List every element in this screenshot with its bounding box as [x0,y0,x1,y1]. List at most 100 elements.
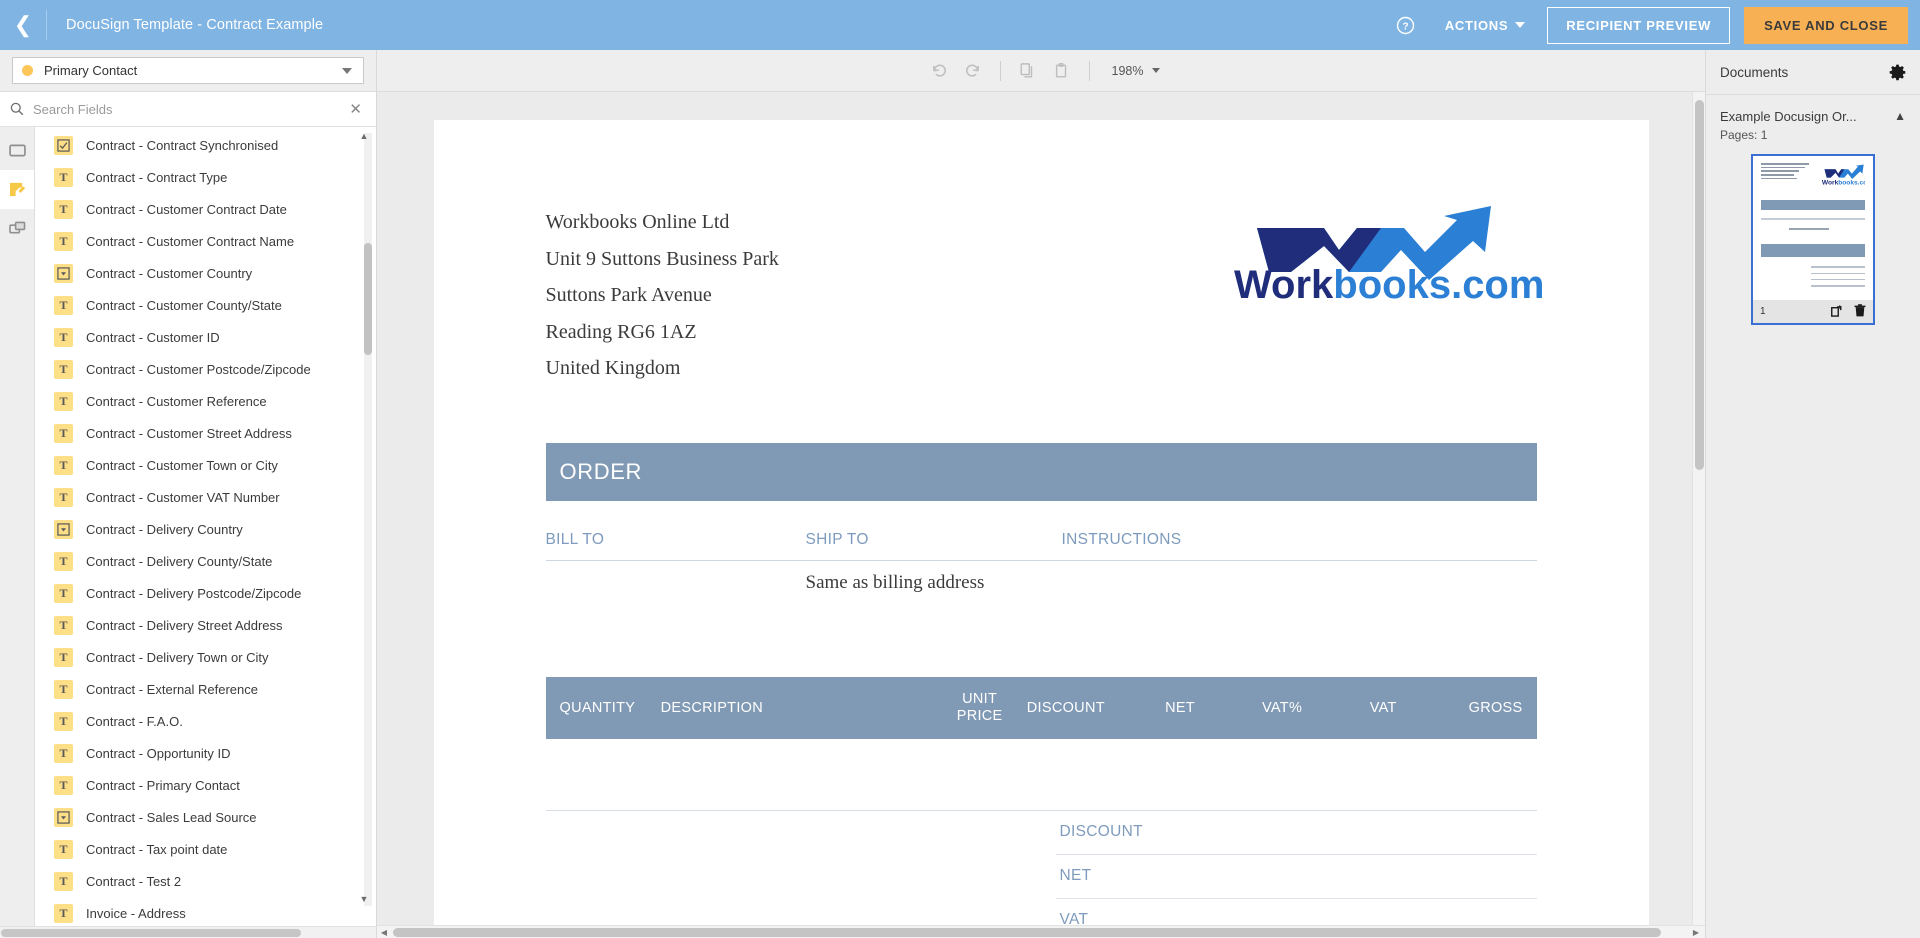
field-list-item[interactable]: T Contract - Customer Contract Name [35,225,376,257]
field-list-item[interactable]: T Contract - Customer VAT Number [35,481,376,513]
document-horizontal-scrollbar[interactable]: ◀ ▶ [377,925,1705,938]
field-list-item[interactable]: T Contract - Contract Type [35,161,376,193]
field-list-item[interactable]: T Contract - External Reference [35,673,376,705]
field-list-item[interactable]: T Contract - Delivery Street Address [35,609,376,641]
field-list-item-label: Contract - Customer Country [86,265,253,281]
trash-icon[interactable] [1854,303,1866,320]
field-list-item[interactable]: T Contract - Customer Town or City [35,449,376,481]
field-list-item[interactable]: T Contract - Primary Contact [35,769,376,801]
text-field-icon: T [54,327,73,347]
close-icon[interactable]: ✕ [345,100,366,118]
rotate-icon[interactable] [1831,304,1844,320]
thumb-items-header [1761,244,1865,258]
field-list-item[interactable]: T Contract - Customer Street Address [35,417,376,449]
recipient-select[interactable]: Primary Contact [12,57,364,84]
field-list-item-label: Contract - Delivery Country [86,521,243,537]
column-vat: VAT [1369,699,1397,716]
sidebar-item-saved-fields[interactable] [0,209,34,248]
paste-button[interactable] [1045,56,1079,86]
field-list-item-label: Contract - Primary Contact [86,777,240,793]
help-circle-icon[interactable]: ? [1389,8,1423,42]
field-list-item-label: Contract - Customer Town or City [86,457,278,473]
dropdown-field-icon [54,263,73,283]
undo-button[interactable] [922,56,956,86]
documents-title: Documents [1720,64,1789,80]
field-list-item-label: Contract - Delivery Town or City [86,649,269,665]
field-list-item[interactable]: Contract - Sales Lead Source [35,801,376,833]
field-list-item[interactable]: T Contract - Customer Reference [35,385,376,417]
actions-menu-button[interactable]: ACTIONS [1445,18,1526,33]
field-type-rail [0,127,35,926]
totals-spacer [546,811,1056,925]
recipient-bar: Primary Contact [0,50,376,92]
scrollbar-thumb[interactable] [1695,100,1704,470]
redo-button[interactable] [956,56,990,86]
thumb-address-headers [1761,218,1865,220]
save-and-close-button[interactable]: SAVE AND CLOSE [1744,6,1908,44]
field-list-item-label: Contract - Delivery Postcode/Zipcode [86,585,302,601]
scrollbar-thumb[interactable] [1,929,301,937]
totals-row-discount: DISCOUNT [1055,811,1537,855]
field-list-item[interactable]: T Contract - Delivery Postcode/Zipcode [35,577,376,609]
scroll-right-arrow[interactable]: ▶ [1689,928,1703,937]
address-headers: BILL TO SHIP TO INSTRUCTIONS [545,531,1537,561]
toolbar-divider [999,60,1001,81]
document-page[interactable]: Workbooks Online Ltd Unit 9 Suttons Busi… [433,120,1649,925]
field-list-item[interactable]: T Contract - Delivery Town or City [35,641,376,673]
field-list-item[interactable]: Contract - Contract Synchronised [35,129,376,161]
field-list-item[interactable]: T Contract - Test 2 [35,865,376,897]
field-list-item[interactable]: T Invoice - Address [35,897,376,926]
text-field-icon: T [54,711,73,731]
field-list-item-label: Contract - Tax point date [86,841,228,857]
text-field-icon: T [54,679,73,699]
field-list-item[interactable]: T Contract - Customer Contract Date [35,193,376,225]
text-field-icon: T [54,423,73,443]
document-scroll-area[interactable]: Workbooks Online Ltd Unit 9 Suttons Busi… [377,92,1705,925]
toolbar-divider [1088,60,1090,81]
field-list-item-label: Contract - Customer ID [86,329,220,345]
search-input[interactable] [33,101,346,117]
gear-icon[interactable] [1889,64,1906,81]
page-title: DocuSign Template - Contract Example [66,17,324,33]
column-quantity: QUANTITY [559,699,636,716]
scrollbar-thumb[interactable] [393,928,1661,937]
scroll-up-arrow[interactable]: ▲ [359,131,369,141]
merge-fields-list[interactable]: Contract - Contract Synchronised T Contrac… [35,127,376,926]
field-list-item-label: Contract - Customer Street Address [86,425,292,441]
thumb-address-block [1761,163,1809,181]
field-list-item[interactable]: T Contract - Delivery County/State [35,545,376,577]
field-list-item[interactable]: T Contract - Customer ID [35,321,376,353]
chevron-up-icon[interactable]: ▲ [1894,109,1906,123]
field-list-item-label: Contract - Contract Type [86,169,228,185]
document-pages-count: Pages: 1 [1720,128,1768,143]
sidebar-item-standard-fields[interactable] [0,131,34,170]
fields-horizontal-scrollbar[interactable] [0,926,376,938]
thumbnail-preview: Workbooks.com [1753,156,1873,301]
field-list-item[interactable]: T Contract - F.A.O. [35,705,376,737]
line-items-header: QUANTITY DESCRIPTION UNIT PRICE DISCOUNT … [545,676,1537,739]
sidebar-item-merge-fields[interactable] [0,170,34,209]
page-thumbnail[interactable]: Workbooks.com [1751,154,1875,326]
scroll-down-arrow[interactable]: ▼ [359,894,369,904]
field-list-item[interactable]: Contract - Customer Country [35,257,376,289]
field-list-item[interactable]: Contract - Delivery Country [35,513,376,545]
topbar-actions: ? ACTIONS RECIPIENT PREVIEW SAVE AND CLO… [1389,0,1908,50]
column-vat-percent: VAT% [1262,699,1303,716]
fields-scrollbar[interactable]: ▲ ▼ [360,131,372,906]
field-list-item[interactable]: T Contract - Customer Postcode/Zipcode [35,353,376,385]
field-list-item[interactable]: T Contract - Tax point date [35,833,376,865]
document-vertical-scrollbar[interactable] [1692,92,1705,925]
field-list-item[interactable]: T Contract - Customer County/State [35,289,376,321]
documents-header: Documents [1706,50,1920,95]
text-field-icon: T [54,903,73,923]
scroll-left-arrow[interactable]: ◀ [377,928,391,937]
scrollbar-thumb[interactable] [364,243,372,355]
field-list-item-label: Contract - Sales Lead Source [86,809,257,825]
field-list-item[interactable]: T Contract - Opportunity ID [35,737,376,769]
recipient-preview-button[interactable]: RECIPIENT PREVIEW [1547,6,1731,44]
back-button[interactable]: ❮ [0,0,46,50]
copy-button[interactable] [1011,56,1045,86]
top-bar: ❮ DocuSign Template - Contract Example ?… [0,0,1920,50]
zoom-control[interactable]: 198% [1112,64,1161,78]
column-discount: DISCOUNT [1026,699,1105,716]
